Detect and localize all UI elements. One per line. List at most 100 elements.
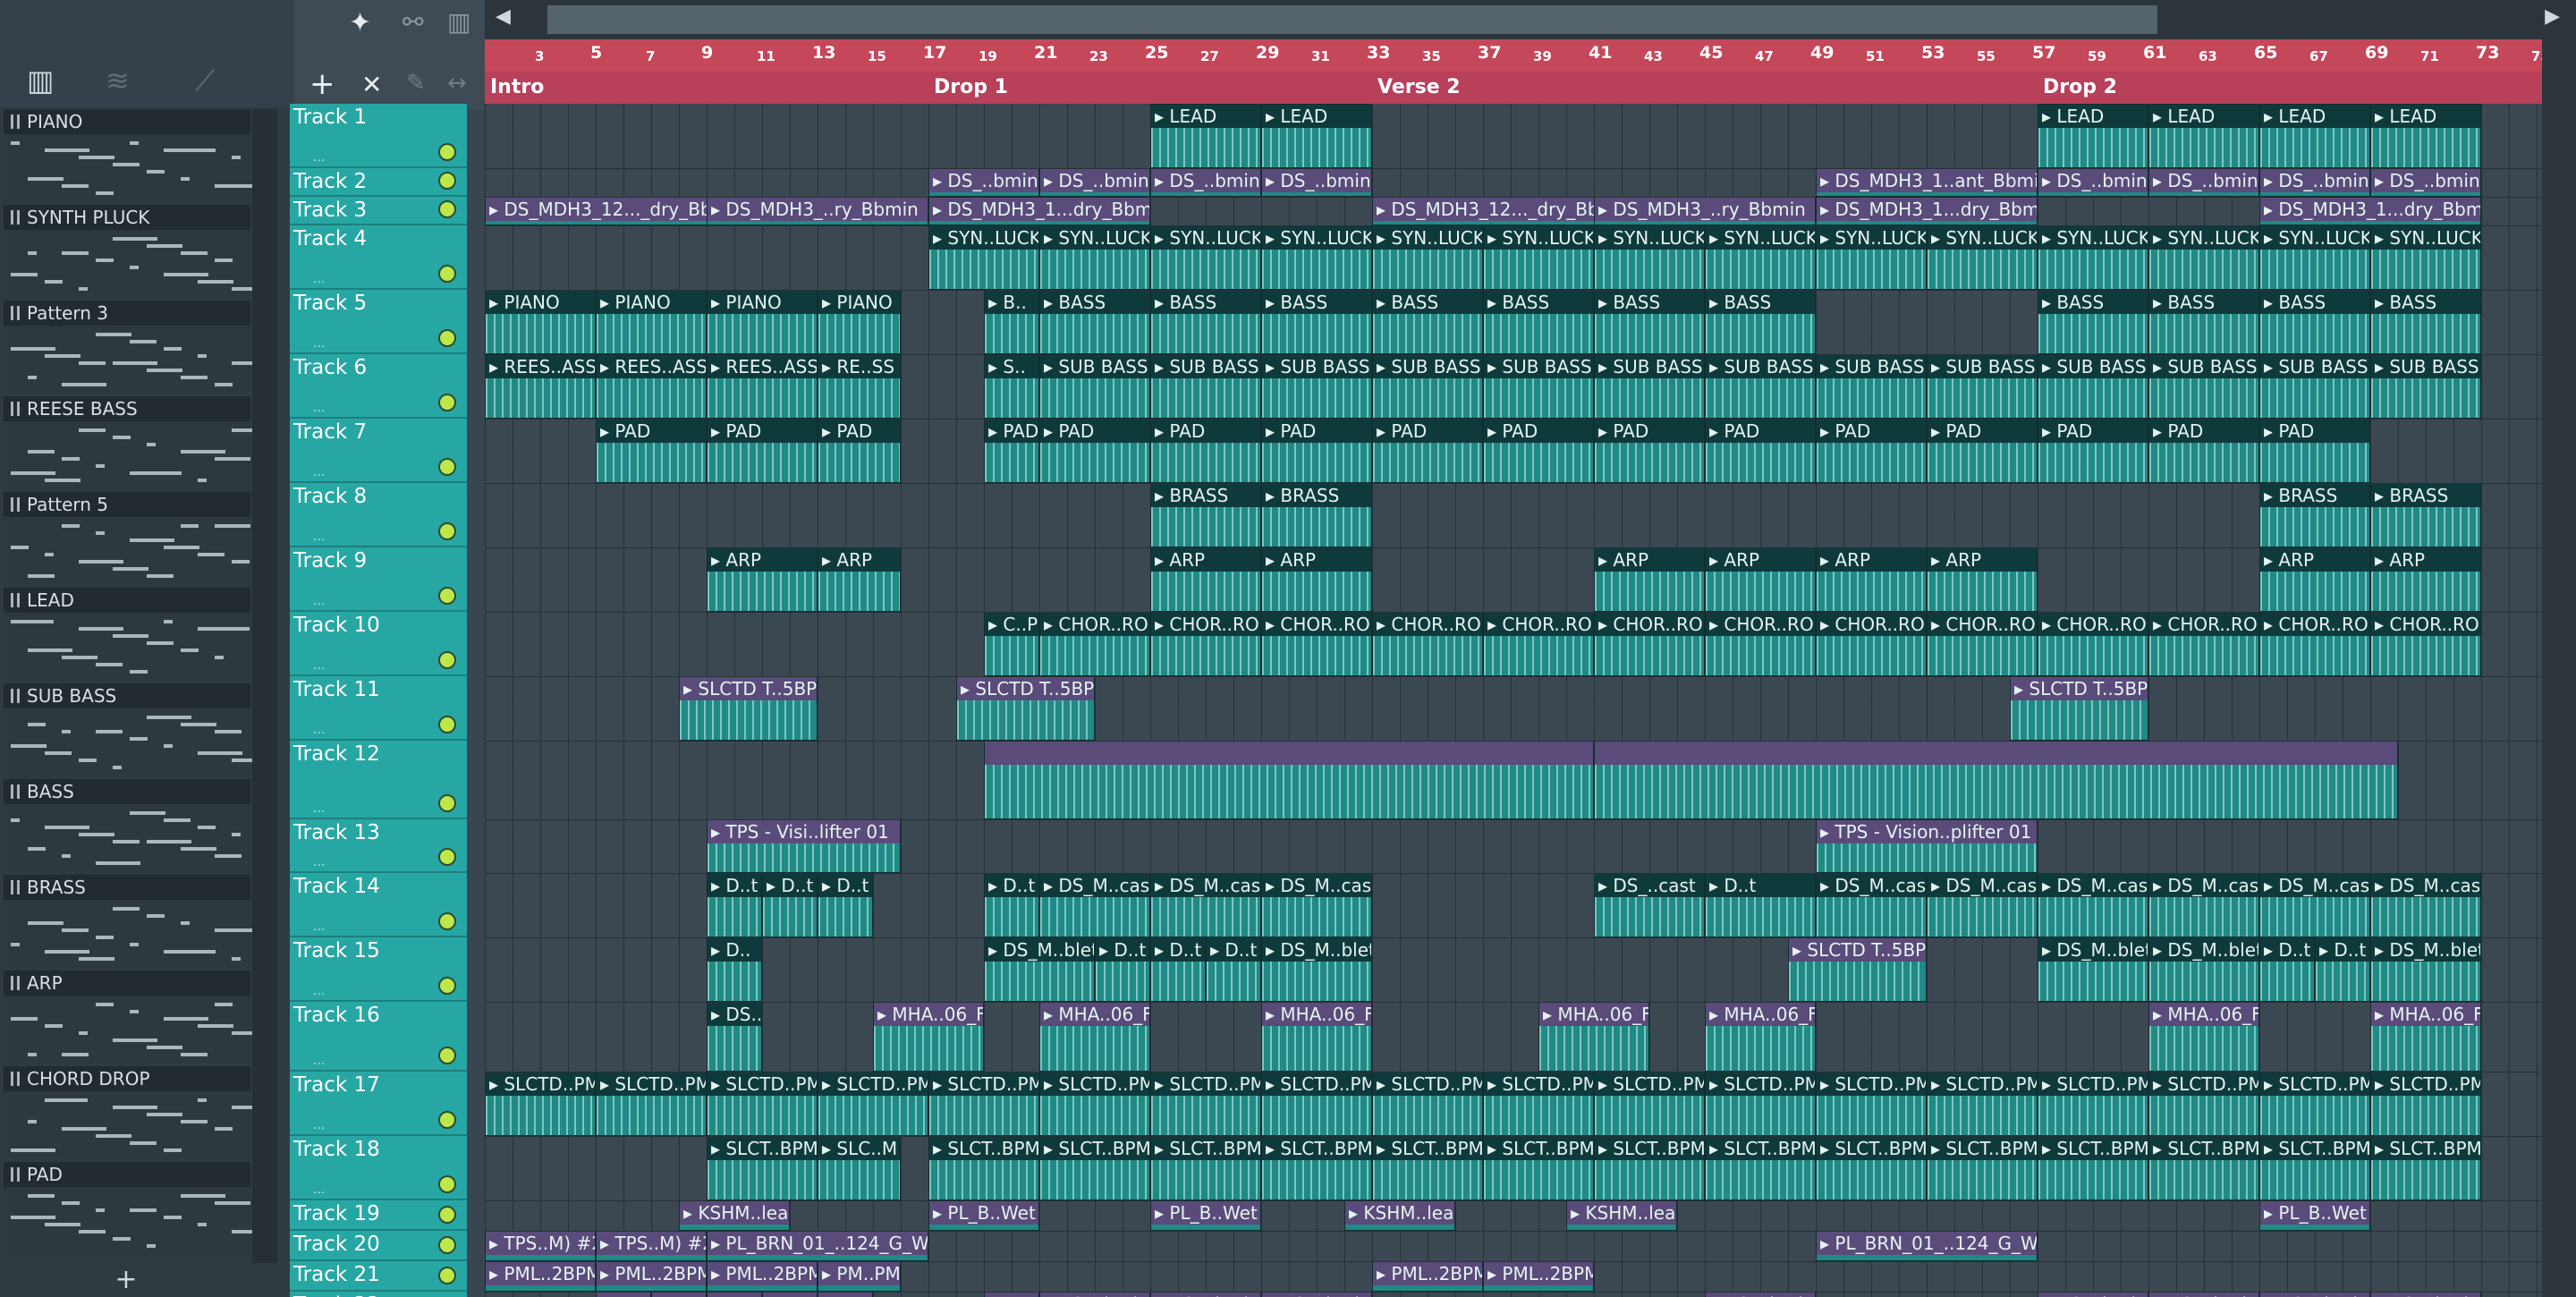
playlist-clip[interactable]: ▸ ARP — [1927, 547, 2038, 612]
playlist-clip[interactable]: ▸ SLCT..BPM — [1594, 1136, 1705, 1200]
track-header[interactable]: Track 5... — [290, 290, 467, 354]
playlist-clip[interactable]: ▸ DS_MDH3_1...dry_Bbmin — [2259, 197, 2481, 225]
playlist-clip[interactable]: ▸ DS_M..blet — [1261, 937, 1372, 1002]
playlist-clip[interactable]: ▸ SUB BASS — [1594, 354, 1705, 419]
playlist-clip[interactable]: ▸ CHOR..ROP — [2148, 612, 2259, 676]
track-header[interactable]: Track 10... — [290, 612, 467, 676]
track-header[interactable]: Track 2 — [290, 168, 467, 197]
playlist-clip[interactable]: ▸ DS_MDH3_..ry_Bbmin — [707, 197, 928, 225]
playlist-clip[interactable]: ▸ LEAD — [1261, 104, 1372, 168]
playlist-clip[interactable]: ▸ D..t — [707, 873, 762, 937]
playlist-clip[interactable]: ▸ RE..SS — [818, 354, 901, 419]
playlist-clip[interactable]: ▸ REES..ASS — [707, 354, 818, 419]
playlist-clip[interactable]: ▸ SUB BASS — [2148, 354, 2259, 419]
playlist-clip[interactable]: ▸ SLCT..BPM — [1816, 1136, 1927, 1200]
track-header[interactable]: Track 6... — [290, 354, 467, 419]
pattern-item[interactable]: Pattern 5 — [4, 492, 250, 585]
playlist-clip[interactable]: ▸ SLCTD T..5BPM — [2010, 676, 2148, 741]
track-mute-led[interactable] — [438, 143, 456, 161]
playlist-clip[interactable]: ▸ BASS — [1705, 290, 1816, 354]
track-mute-led[interactable] — [438, 329, 456, 347]
track-mute-led[interactable] — [438, 1267, 456, 1284]
playlist-clip[interactable]: ▸ DS_M..cast — [1261, 873, 1372, 937]
playlist-clip[interactable]: ▸ PAD — [1372, 419, 1483, 483]
playlist-clip[interactable]: ▸ SLCT..BPM — [928, 1136, 1039, 1200]
playlist-clip[interactable]: ▸ PML..2BPM — [1483, 1261, 1594, 1292]
marker-label[interactable]: Verse 2 — [1372, 72, 1461, 104]
track-header[interactable]: Track 14... — [290, 873, 467, 937]
playlist-clip[interactable]: ▸ LEAD — [1150, 104, 1261, 168]
playlist-overview[interactable]: ◀ ▶ — [485, 0, 2576, 39]
automation-icon[interactable]: ⟋ — [195, 63, 215, 98]
playlist-clip[interactable]: ▸ SYN..LUCK — [2259, 225, 2370, 290]
playlist-clip[interactable]: ▸ SYN..LUCK — [2038, 225, 2148, 290]
playlist-clip[interactable]: ▸ D..t — [2315, 937, 2370, 1002]
playlist-clip[interactable]: ▸ DS_MDH3_..ry_Bbmin — [1594, 197, 1816, 225]
track-mute-led[interactable] — [438, 1236, 456, 1254]
track-mute-led[interactable] — [438, 1206, 456, 1224]
pattern-item[interactable]: BASS — [4, 779, 250, 872]
pattern-item[interactable]: ARP — [4, 971, 258, 1064]
playlist-clip[interactable]: ▸ SLCTD T..5BPM — [956, 676, 1095, 741]
playlist-clip[interactable]: ▸ SLCTD T..5BPM — [679, 676, 818, 741]
scroll-right-icon[interactable]: ▶ — [2545, 5, 2560, 28]
playlist-clip[interactable]: ▸ SUB BASS — [1816, 354, 1927, 419]
playlist-clip[interactable]: ▸ D..t — [818, 873, 873, 937]
playlist-clip[interactable]: ▸ LEAD — [2038, 104, 2148, 168]
track-header[interactable]: Track 8... — [290, 483, 467, 547]
playlist-clip[interactable]: ▸ SYN..LUCK — [1594, 225, 1705, 290]
playlist-clip[interactable]: ▸ SLCTD..PM — [2370, 1072, 2481, 1136]
playlist-clip[interactable]: ▸ PIANO — [818, 290, 901, 354]
track-mute-led[interactable] — [438, 200, 456, 218]
track-more-icon[interactable]: ... — [313, 1118, 325, 1132]
playlist-clip[interactable]: ▸ BASS — [1594, 290, 1705, 354]
track-name[interactable]: Track 15 — [293, 939, 380, 962]
playlist-clip[interactable]: ▸ PAD — [1816, 419, 1927, 483]
track-more-icon[interactable]: ... — [313, 723, 325, 737]
track-mute-led[interactable] — [438, 172, 456, 190]
delete-button[interactable]: ✕ — [361, 70, 382, 99]
playlist-clip[interactable]: ▸ SLCTD..PM — [1039, 1072, 1150, 1136]
playlist-clip[interactable]: ▸ SYN..LUCK — [928, 225, 1039, 290]
playlist-clip[interactable]: ▸ D..t — [1206, 937, 1261, 1002]
track-more-icon[interactable]: ... — [313, 530, 325, 544]
playlist-clip[interactable]: ▸ PIANO — [596, 290, 707, 354]
track-more-icon[interactable]: ... — [313, 984, 325, 998]
track-name[interactable]: Track 13 — [293, 821, 380, 844]
playlist-clip[interactable]: ▸ KSHM..lean — [679, 1200, 790, 1231]
track-name[interactable]: Track 21 — [293, 1263, 380, 1286]
playlist-clip[interactable]: ▸ SLCTD..PM — [1372, 1072, 1483, 1136]
playlist-clip[interactable]: ▸ KSHM..lean — [1566, 1200, 1677, 1231]
playlist-clip[interactable]: ▸ D..t — [2259, 937, 2315, 1002]
track-more-icon[interactable]: ... — [313, 465, 325, 479]
playlist-clip[interactable]: ▸ CHOR..ROP — [2370, 612, 2481, 676]
marker-label[interactable]: Intro — [485, 72, 544, 104]
playlist-clip[interactable]: ▸ DS_M..cast — [1150, 873, 1261, 937]
track-mute-led[interactable] — [438, 1047, 456, 1064]
track-header[interactable]: Track 7... — [290, 419, 467, 483]
playlist-clip[interactable]: ▸ SYN..LUCK — [2148, 225, 2259, 290]
playlist-clip[interactable]: ▸ DS_M..cast — [2259, 873, 2370, 937]
playlist-clip[interactable]: ▸ SLCT..BPM — [1483, 1136, 1594, 1200]
playlist-clip[interactable]: ▸ PAD — [596, 419, 707, 483]
playlist-clip[interactable]: ▸ D.. — [707, 937, 762, 1002]
playlist-clip[interactable]: ▸ MHA..06_F — [2148, 1002, 2259, 1072]
playlist-clip[interactable]: ▸ D..t — [984, 873, 1039, 937]
piano-roll-icon[interactable]: ▥ — [27, 63, 54, 98]
piano-icon[interactable]: ▥ — [447, 7, 470, 37]
playlist-clip[interactable]: ▸ ARP — [707, 547, 818, 612]
track-mute-led[interactable] — [438, 651, 456, 669]
playlist-clip[interactable]: ▸ CHOR..ROP — [1483, 612, 1594, 676]
track-mute-led[interactable] — [438, 977, 456, 995]
waveform-icon[interactable]: ≋ — [106, 63, 130, 98]
playlist-clip[interactable]: ▸ DS_M..cast — [2148, 873, 2259, 937]
playlist-clip[interactable]: ▸ SYN..LUCK — [2370, 225, 2481, 290]
playlist-grid[interactable]: ▸ LEAD ▸ LEAD ▸ LEAD ▸ LEAD ▸ LEAD ▸ LEAD ▸ DS… — [485, 104, 2542, 1297]
track-header[interactable]: Track 18... — [290, 1136, 467, 1200]
track-name[interactable]: Track 8 — [293, 485, 367, 508]
playlist-clip[interactable]: ▸ TPS..M) #2 — [485, 1231, 596, 1261]
playlist-clip[interactable]: ▸ SLCTD..PM — [707, 1072, 818, 1136]
playlist-clip[interactable]: ▸ DS_MDH3_1...dry_Bbmin — [1816, 197, 2038, 225]
playlist-clip[interactable]: ▸ SYN..LUCK — [1483, 225, 1594, 290]
track-name[interactable]: Track 11 — [293, 678, 380, 701]
